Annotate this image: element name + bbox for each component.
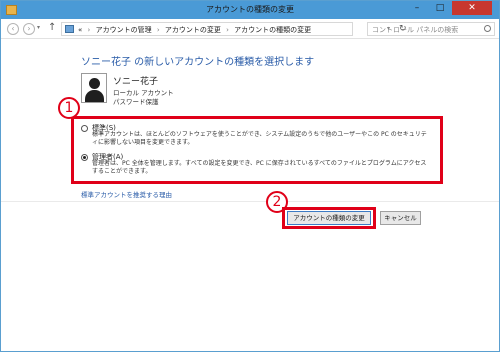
maximize-button[interactable]: □ (429, 1, 451, 15)
why-standard-account-link[interactable]: 標準アカウントを推奨する理由 (81, 189, 172, 199)
standard-description: 標準アカウントは、ほとんどのソフトウェアを使うことができ、システム設定のうちで他… (92, 131, 427, 146)
back-button[interactable]: ‹ (7, 23, 19, 35)
up-button[interactable]: ↑ (48, 22, 56, 33)
breadcrumb-separator: › (156, 26, 160, 34)
breadcrumb-separator: › (226, 26, 229, 34)
breadcrumb-item-change-account[interactable]: アカウントの変更 (165, 26, 221, 34)
breadcrumb: « › アカウントの管理 › アカウントの変更 › アカウントの種類の変更 (78, 25, 311, 35)
search-icon[interactable] (484, 25, 491, 32)
divider (1, 201, 499, 202)
user-icon-head (89, 78, 100, 89)
breadcrumb-separator: › (87, 26, 91, 34)
close-button[interactable]: ✕ (452, 1, 492, 15)
forward-button[interactable]: › (23, 23, 35, 35)
administrator-radio[interactable] (81, 154, 88, 161)
user-icon-body (85, 90, 104, 102)
user-name: ソニー花子 (113, 77, 159, 87)
change-account-type-button[interactable]: アカウントの種類の変更 (287, 211, 371, 225)
chevron-down-icon[interactable]: ▾ (37, 24, 40, 31)
cancel-button[interactable]: キャンセル (380, 211, 421, 225)
administrator-description: 管理者は、PC 全体を管理します。すべての設定を変更でき、PC に保存されている… (92, 160, 427, 175)
title-bar: アカウントの種類の変更 – □ ✕ (1, 1, 499, 19)
search-input[interactable]: コントロール パネルの検索 (367, 22, 495, 36)
page-title: ソニー花子 の新しいアカウントの種類を選択します (81, 57, 315, 68)
control-panel-icon (65, 25, 74, 33)
breadcrumb-chevrons[interactable]: « (78, 26, 82, 34)
address-bar: ‹ › ▾ ↑ « › アカウントの管理 › アカウントの変更 › アカウントの… (1, 19, 499, 39)
search-placeholder: コントロール パネルの検索 (372, 26, 459, 34)
user-password-status: パスワード保護 (113, 98, 159, 106)
address-field[interactable]: « › アカウントの管理 › アカウントの変更 › アカウントの種類の変更 ▾ … (61, 22, 407, 36)
breadcrumb-item-change-account-type[interactable]: アカウントの種類の変更 (234, 26, 311, 34)
standard-radio[interactable] (81, 125, 88, 132)
avatar (81, 73, 107, 103)
minimize-button[interactable]: – (406, 1, 428, 15)
breadcrumb-item-account-management[interactable]: アカウントの管理 (96, 26, 152, 34)
callout-1: 1 (58, 97, 80, 119)
window: アカウントの種類の変更 – □ ✕ ‹ › ▾ ↑ « › アカウントの管理 ›… (0, 0, 500, 352)
